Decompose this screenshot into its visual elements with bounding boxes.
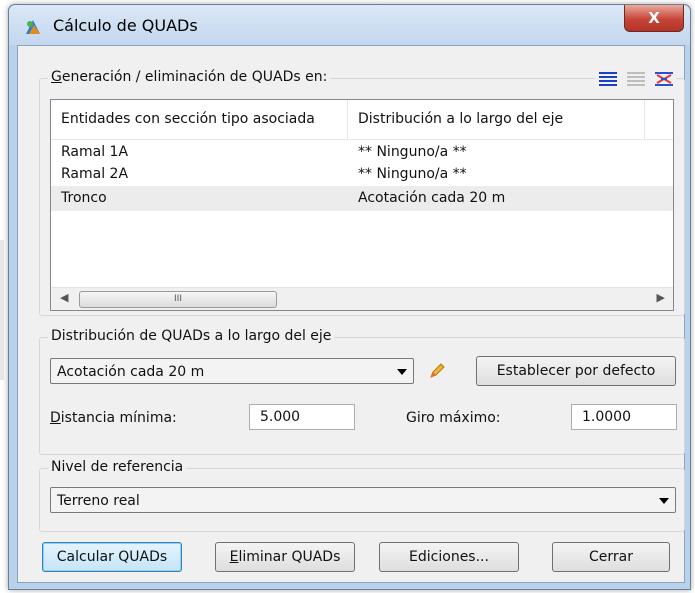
- pencil-icon[interactable]: [428, 362, 446, 380]
- list-grey-icon[interactable]: [627, 71, 645, 87]
- close-window-button[interactable]: X: [624, 5, 684, 32]
- reference-level-select[interactable]: Terreno real: [50, 487, 676, 513]
- app-icon: [26, 20, 40, 34]
- list-view-icons: [596, 71, 676, 87]
- reference-level-value: Terreno real: [57, 493, 140, 509]
- distribution-cell: ** Ninguno/a **: [358, 166, 467, 182]
- delete-quads-button[interactable]: Eliminar QUADs: [215, 542, 355, 572]
- generation-group-label: Generación / eliminación de QUADs en:: [48, 69, 331, 85]
- title-bar[interactable]: Cálculo de QUADs X: [9, 5, 690, 45]
- entity-cell: Tronco: [61, 190, 107, 206]
- distribution-select-value: Acotación cada 20 m: [57, 364, 205, 380]
- mnemonic-letter: D: [50, 410, 61, 426]
- column-header-distribution[interactable]: Distribución a lo largo del eje: [348, 100, 645, 139]
- distribution-group: Distribución de QUADs a lo largo del eje…: [39, 328, 685, 455]
- scroll-right-icon[interactable]: ▶: [657, 291, 665, 304]
- min-distance-label-text: istancia mínima:: [60, 410, 177, 426]
- calculate-quads-button[interactable]: Calcular QUADs: [42, 542, 182, 572]
- scroll-thumb[interactable]: III: [79, 291, 277, 308]
- set-default-button[interactable]: Establecer por defecto: [476, 356, 676, 386]
- reference-level-group: Nivel de referencia Terreno real: [39, 459, 685, 532]
- horizontal-scrollbar[interactable]: ◀ III ▶: [51, 287, 673, 310]
- max-turn-label: Giro máximo:: [406, 410, 501, 426]
- delete-quads-label: liminar QUADs: [238, 549, 341, 565]
- min-distance-label: Distancia mínima:: [50, 410, 177, 426]
- dialog-client: Generación / eliminación de QUADs en: En…: [17, 45, 685, 583]
- reference-level-label: Nivel de referencia: [48, 459, 187, 475]
- mnemonic-letter: G: [51, 69, 62, 85]
- min-distance-field[interactable]: 5.000: [249, 404, 355, 430]
- chevron-down-icon: [659, 498, 669, 504]
- list-header: Entidades con sección tipo asociada Dist…: [51, 100, 673, 140]
- window-title: Cálculo de QUADs: [53, 16, 198, 35]
- distribution-cell: Acotación cada 20 m: [358, 190, 506, 206]
- chevron-down-icon: [397, 369, 407, 375]
- column-header-entities[interactable]: Entidades con sección tipo asociada: [51, 100, 348, 139]
- distribution-group-label: Distribución de QUADs a lo largo del eje: [48, 328, 335, 344]
- table-row[interactable]: Ramal 2A ** Ninguno/a **: [51, 162, 673, 187]
- table-row-selected[interactable]: Tronco Acotación cada 20 m: [51, 186, 673, 211]
- scroll-left-icon[interactable]: ◀: [60, 291, 68, 304]
- dialog-window: Cálculo de QUADs X Generación / eliminac…: [8, 4, 691, 590]
- generation-label-text: eneración / eliminación de QUADs en:: [61, 69, 328, 85]
- close-button[interactable]: Cerrar: [552, 542, 670, 572]
- list-blue-icon[interactable]: [599, 71, 617, 87]
- editions-button[interactable]: Ediciones...: [379, 542, 519, 572]
- max-turn-field[interactable]: 1.0000: [571, 404, 677, 430]
- generation-group: Generación / eliminación de QUADs en: En…: [39, 69, 685, 316]
- distribution-select[interactable]: Acotación cada 20 m: [50, 358, 414, 384]
- entity-list-view[interactable]: Entidades con sección tipo asociada Dist…: [50, 99, 674, 311]
- close-icon: X: [648, 9, 660, 27]
- background-edge: [0, 240, 4, 380]
- distribution-icon[interactable]: [655, 71, 673, 87]
- entity-cell: Ramal 2A: [61, 166, 129, 182]
